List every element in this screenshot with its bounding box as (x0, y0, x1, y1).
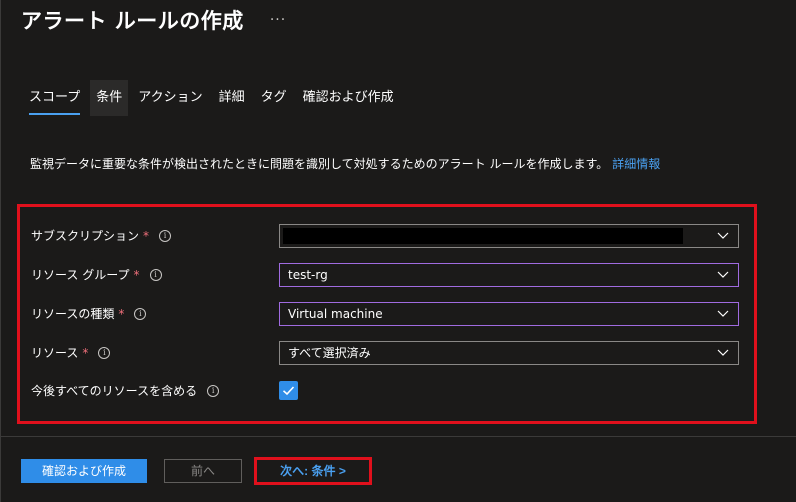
left-border (0, 0, 1, 502)
tab-condition[interactable]: 条件 (90, 80, 129, 116)
info-icon[interactable]: i (159, 230, 172, 242)
resource-type-label-text: リソースの種類 (31, 307, 115, 321)
review-create-button[interactable]: 確認および作成 (21, 459, 147, 483)
title-row: アラート ルールの作成 ··· (21, 4, 286, 36)
resource-group-label-text: リソース グループ (31, 268, 130, 282)
resource-value: すべて選択済み (288, 346, 371, 360)
required-marker: * (133, 268, 140, 282)
include-future-row: 今後すべてのリソースを含める i (31, 379, 751, 403)
include-future-label: 今後すべてのリソースを含める i (31, 379, 220, 403)
page-description: 監視データに重要な条件が検出されたときに問題を識別して対処するためのアラート ル… (30, 155, 660, 172)
subscription-row: サブスクリプション * i (31, 224, 751, 248)
next-condition-button[interactable]: 次へ: 条件 > (258, 459, 368, 483)
subscription-dropdown[interactable] (279, 224, 739, 248)
subscription-label: サブスクリプション * i (31, 224, 172, 248)
footer-divider (1, 436, 796, 437)
chevron-down-icon (717, 349, 729, 356)
include-future-checkbox[interactable] (279, 381, 298, 400)
resource-type-dropdown[interactable]: Virtual machine (279, 302, 739, 326)
resource-type-row: リソースの種類 * i Virtual machine (31, 302, 751, 326)
wizard-tabs: スコープ 条件 アクション 詳細 タグ 確認および作成 (23, 80, 404, 116)
chevron-down-icon (717, 232, 729, 239)
required-marker: * (143, 229, 150, 243)
resource-group-row: リソース グループ * i test-rg (31, 263, 751, 287)
resource-type-label: リソースの種類 * i (31, 302, 147, 326)
subscription-value-redacted (283, 228, 683, 244)
subscription-label-text: サブスクリプション (31, 229, 140, 243)
tab-actions[interactable]: アクション (132, 80, 208, 116)
resource-group-dropdown[interactable]: test-rg (279, 263, 739, 287)
checkmark-icon (282, 386, 295, 396)
description-text: 監視データに重要な条件が検出されたときに問題を識別して対処するためのアラート ル… (30, 157, 609, 171)
resource-group-value: test-rg (288, 268, 328, 282)
chevron-down-icon (717, 271, 729, 278)
tab-tags[interactable]: タグ (255, 80, 293, 116)
learn-more-link[interactable]: 詳細情報 (612, 157, 660, 171)
tab-review-create[interactable]: 確認および作成 (297, 80, 400, 116)
include-future-label-text: 今後すべてのリソースを含める (31, 384, 198, 398)
more-options-icon[interactable]: ··· (270, 12, 286, 28)
info-icon[interactable]: i (207, 385, 220, 397)
resource-label: リソース * i (31, 341, 111, 365)
chevron-down-icon (717, 310, 729, 317)
resource-dropdown[interactable]: すべて選択済み (279, 341, 739, 365)
required-marker: * (82, 346, 89, 360)
required-marker: * (118, 307, 125, 321)
resource-row: リソース * i すべて選択済み (31, 341, 751, 365)
info-icon[interactable]: i (149, 269, 162, 281)
page-title: アラート ルールの作成 (21, 9, 244, 33)
info-icon[interactable]: i (134, 308, 147, 320)
tab-details[interactable]: 詳細 (213, 80, 251, 116)
previous-button[interactable]: 前へ (164, 459, 242, 483)
info-icon[interactable]: i (98, 347, 111, 359)
tab-scope[interactable]: スコープ (23, 80, 86, 116)
resource-type-value: Virtual machine (288, 307, 383, 321)
resource-group-label: リソース グループ * i (31, 263, 162, 287)
resource-label-text: リソース (31, 346, 79, 360)
